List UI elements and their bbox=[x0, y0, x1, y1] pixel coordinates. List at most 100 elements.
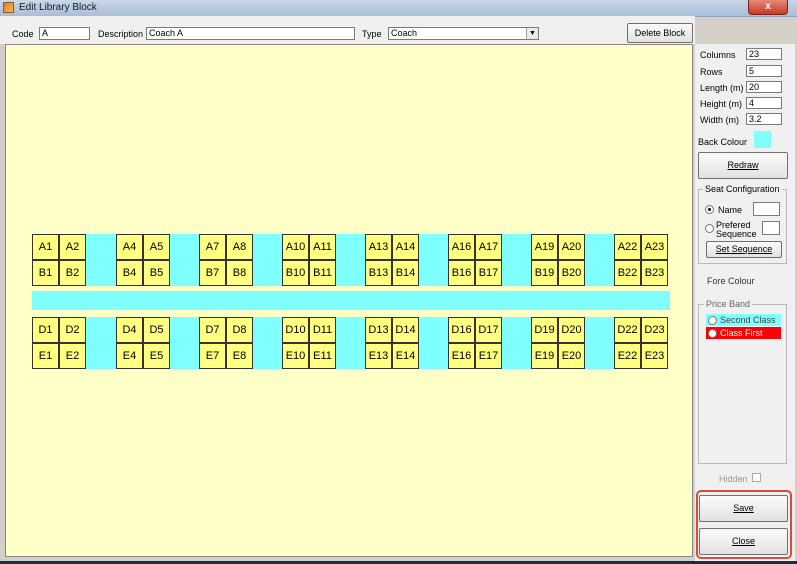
seat[interactable]: A19 bbox=[531, 234, 558, 260]
preferred-sequence-input[interactable] bbox=[762, 221, 780, 235]
length-input[interactable]: 20 bbox=[746, 81, 782, 93]
type-select-value: Coach bbox=[391, 28, 418, 38]
seat[interactable]: E5 bbox=[143, 343, 170, 369]
back-colour-label: Back Colour bbox=[698, 137, 748, 147]
redraw-button[interactable]: Redraw bbox=[698, 152, 788, 179]
seat[interactable]: B1 bbox=[32, 260, 59, 286]
seat[interactable]: D10 bbox=[282, 317, 309, 343]
back-colour-swatch[interactable] bbox=[754, 131, 771, 148]
seat[interactable]: E23 bbox=[641, 343, 668, 369]
seat[interactable]: B4 bbox=[116, 260, 143, 286]
seat[interactable]: E19 bbox=[531, 343, 558, 369]
aisle bbox=[32, 291, 670, 310]
seat[interactable]: E1 bbox=[32, 343, 59, 369]
hidden-checkbox[interactable] bbox=[752, 473, 761, 482]
close-window-button[interactable]: x bbox=[748, 0, 788, 15]
seat[interactable]: B2 bbox=[59, 260, 86, 286]
price-band-item[interactable]: Second Class bbox=[706, 314, 781, 326]
aisle-gap bbox=[170, 234, 199, 286]
price-band-radio[interactable] bbox=[708, 316, 717, 325]
highlight-outline bbox=[696, 490, 792, 559]
seat[interactable]: E13 bbox=[365, 343, 392, 369]
seat[interactable]: A7 bbox=[199, 234, 226, 260]
seat[interactable]: A22 bbox=[614, 234, 641, 260]
seat[interactable]: A5 bbox=[143, 234, 170, 260]
seat[interactable]: E17 bbox=[475, 343, 502, 369]
seat[interactable]: D7 bbox=[199, 317, 226, 343]
width-input[interactable]: 3.2 bbox=[746, 113, 782, 125]
seat[interactable]: B20 bbox=[558, 260, 585, 286]
seat[interactable]: A16 bbox=[448, 234, 475, 260]
seat[interactable]: E8 bbox=[226, 343, 253, 369]
seat[interactable]: A14 bbox=[392, 234, 419, 260]
seat[interactable]: E16 bbox=[448, 343, 475, 369]
seat[interactable]: E7 bbox=[199, 343, 226, 369]
seat[interactable]: E10 bbox=[282, 343, 309, 369]
sequence-label: Sequence bbox=[716, 229, 757, 239]
seat[interactable]: D2 bbox=[59, 317, 86, 343]
seat[interactable]: B16 bbox=[448, 260, 475, 286]
name-input[interactable] bbox=[753, 202, 780, 216]
rows-input[interactable]: 5 bbox=[746, 65, 782, 77]
seat[interactable]: B10 bbox=[282, 260, 309, 286]
seat[interactable]: B23 bbox=[641, 260, 668, 286]
columns-input[interactable]: 23 bbox=[746, 48, 782, 60]
seat[interactable]: D11 bbox=[309, 317, 336, 343]
seat[interactable]: B7 bbox=[199, 260, 226, 286]
seat[interactable]: A2 bbox=[59, 234, 86, 260]
preferred-sequence-radio[interactable] bbox=[705, 224, 714, 233]
price-band-label: Second Class bbox=[720, 315, 776, 325]
seat[interactable]: B8 bbox=[226, 260, 253, 286]
seat[interactable]: A10 bbox=[282, 234, 309, 260]
seat[interactable]: A11 bbox=[309, 234, 336, 260]
description-input[interactable]: Coach A bbox=[146, 27, 355, 40]
seat[interactable]: B5 bbox=[143, 260, 170, 286]
type-label: Type bbox=[362, 29, 382, 39]
delete-block-button[interactable]: Delete Block bbox=[627, 23, 693, 43]
seat[interactable]: E14 bbox=[392, 343, 419, 369]
seat[interactable]: D8 bbox=[226, 317, 253, 343]
set-sequence-button[interactable]: Set Sequence bbox=[706, 241, 782, 258]
seat[interactable]: D5 bbox=[143, 317, 170, 343]
price-band-item[interactable]: Class First bbox=[706, 327, 781, 339]
seat[interactable]: E2 bbox=[59, 343, 86, 369]
seat[interactable]: A8 bbox=[226, 234, 253, 260]
price-band-radio[interactable] bbox=[708, 329, 717, 338]
seat[interactable]: A23 bbox=[641, 234, 668, 260]
seat[interactable]: D14 bbox=[392, 317, 419, 343]
seat[interactable]: A13 bbox=[365, 234, 392, 260]
seat[interactable]: B19 bbox=[531, 260, 558, 286]
seat[interactable]: D4 bbox=[116, 317, 143, 343]
seat[interactable]: B13 bbox=[365, 260, 392, 286]
seat[interactable]: A17 bbox=[475, 234, 502, 260]
seat[interactable]: E11 bbox=[309, 343, 336, 369]
height-input[interactable]: 4 bbox=[746, 97, 782, 109]
seat[interactable]: B11 bbox=[309, 260, 336, 286]
seat[interactable]: D17 bbox=[475, 317, 502, 343]
seat[interactable]: D23 bbox=[641, 317, 668, 343]
seat[interactable]: D19 bbox=[531, 317, 558, 343]
seat[interactable]: D13 bbox=[365, 317, 392, 343]
seat-configuration-title: Seat Configuration bbox=[703, 184, 782, 194]
seat[interactable]: E22 bbox=[614, 343, 641, 369]
seat[interactable]: B17 bbox=[475, 260, 502, 286]
seat[interactable]: B22 bbox=[614, 260, 641, 286]
chevron-down-icon[interactable]: ▼ bbox=[526, 28, 538, 39]
seat[interactable]: A4 bbox=[116, 234, 143, 260]
name-radio[interactable] bbox=[705, 205, 714, 214]
seat[interactable]: D20 bbox=[558, 317, 585, 343]
type-select[interactable]: Coach ▼ bbox=[388, 27, 539, 40]
seat[interactable]: E20 bbox=[558, 343, 585, 369]
code-input[interactable]: A bbox=[39, 27, 90, 40]
seat[interactable]: E4 bbox=[116, 343, 143, 369]
height-label: Height (m) bbox=[700, 99, 743, 109]
hidden-label: Hidden bbox=[719, 474, 748, 484]
seat[interactable]: A20 bbox=[558, 234, 585, 260]
length-label: Length (m) bbox=[700, 83, 744, 93]
seat[interactable]: D16 bbox=[448, 317, 475, 343]
seat[interactable]: D22 bbox=[614, 317, 641, 343]
seat[interactable]: A1 bbox=[32, 234, 59, 260]
seat[interactable]: D1 bbox=[32, 317, 59, 343]
seat[interactable]: B14 bbox=[392, 260, 419, 286]
aisle-gap bbox=[86, 317, 116, 369]
